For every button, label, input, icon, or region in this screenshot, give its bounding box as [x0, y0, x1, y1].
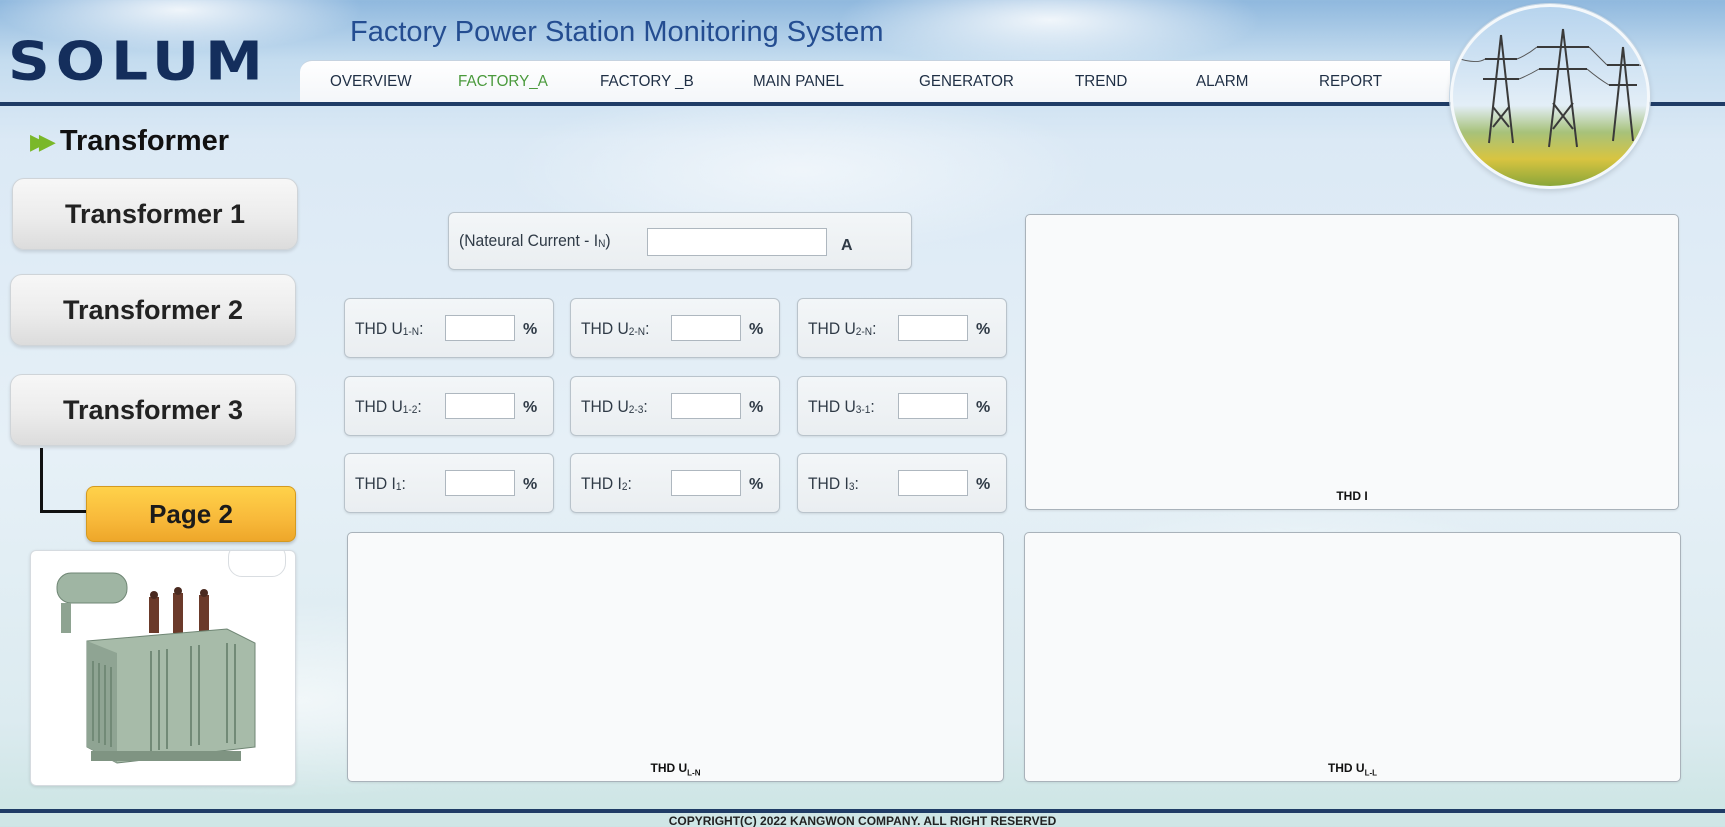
thd-u23-value: [671, 393, 741, 419]
solum-logo: SOLUM: [8, 30, 269, 93]
transformer-3-button[interactable]: Transformer 3: [10, 374, 296, 446]
neutral-current-label: (Nateural Current - IN): [459, 231, 611, 250]
tree-connector-horizontal: [40, 510, 88, 513]
thd-i1-label: THD I1:: [355, 474, 406, 493]
thd-u2n-unit: %: [749, 321, 764, 338]
neutral-current-panel: (Nateural Current - IN) A: [448, 212, 912, 270]
nav-item-report[interactable]: REPORT: [1319, 73, 1382, 91]
thd-i1-unit: %: [523, 476, 538, 493]
double-arrow-icon: ▶▶: [30, 128, 56, 154]
thd-u3n-value: [898, 315, 968, 341]
thd-u23-panel: THD U2-3: %: [570, 376, 780, 436]
nav-item-factory-b[interactable]: FACTORY _B: [600, 73, 694, 91]
footer-divider: [0, 809, 1725, 813]
thd-u31-label: THD U3-1:: [808, 397, 875, 416]
transformer-icon: [56, 572, 256, 764]
nav-item-trend[interactable]: TREND: [1075, 73, 1127, 91]
thd-u2n-label: THD U2-N:: [581, 319, 650, 338]
thd-i3-panel: THD I3: %: [797, 453, 1007, 513]
section-heading: ▶▶ Transformer: [30, 125, 229, 158]
thd-u2n-panel: THD U2-N: %: [570, 298, 780, 358]
thd-ull-chart: THD UL-L: [1024, 532, 1681, 782]
thd-u1n-value: [445, 315, 515, 341]
transformer-photo: [30, 550, 296, 786]
thd-i3-value: [898, 470, 968, 496]
thd-u12-unit: %: [523, 399, 538, 416]
thd-u31-value: [898, 393, 968, 419]
neutral-current-value: [647, 228, 827, 256]
thd-ull-chart-title: THD UL-L: [1327, 760, 1378, 777]
thd-i2-value: [671, 470, 741, 496]
thd-i2-unit: %: [749, 476, 764, 493]
thd-uln-chart: THD UL-N: [347, 532, 1004, 782]
thd-i3-unit: %: [976, 476, 991, 493]
thd-u2n-value: [671, 315, 741, 341]
thd-i2-panel: THD I2: %: [570, 453, 780, 513]
transformer-1-button[interactable]: Transformer 1: [12, 178, 298, 250]
thd-u31-unit: %: [976, 399, 991, 416]
power-tower-image: [1450, 4, 1650, 189]
nav-item-generator[interactable]: GENERATOR: [919, 73, 1014, 91]
main-navigation: OVERVIEW FACTORY_A FACTORY _B MAIN PANEL…: [300, 60, 1450, 104]
nav-item-alarm[interactable]: ALARM: [1196, 73, 1248, 91]
thd-i2-label: THD I2:: [581, 474, 632, 493]
thd-i1-value: [445, 470, 515, 496]
thd-u3n-label: THD U2-N:: [808, 319, 877, 338]
app-title: Factory Power Station Monitoring System: [350, 16, 884, 48]
nav-item-main-panel[interactable]: MAIN PANEL: [753, 73, 844, 91]
thd-i1-panel: THD I1: %: [344, 453, 554, 513]
neutral-current-unit: A: [841, 237, 853, 254]
photo-corner-tab: [228, 551, 286, 577]
thd-u3n-unit: %: [976, 321, 991, 338]
thd-i-chart-title: THD I: [1336, 488, 1368, 503]
thd-u23-label: THD U2-3:: [581, 397, 648, 416]
thd-u23-unit: %: [749, 399, 764, 416]
power-tower-icon: [1453, 28, 1647, 148]
thd-i-chart: THD I: [1025, 214, 1679, 510]
thd-u12-label: THD U1-2:: [355, 397, 422, 416]
thd-u12-panel: THD U1-2: %: [344, 376, 554, 436]
tree-connector-vertical: [40, 448, 43, 512]
nav-item-overview[interactable]: OVERVIEW: [330, 73, 412, 91]
thd-uln-chart-title: THD UL-N: [650, 760, 701, 777]
thd-i3-label: THD I3:: [808, 474, 859, 493]
page-2-button[interactable]: Page 2: [86, 486, 296, 542]
thd-u1n-panel: THD U1-N: %: [344, 298, 554, 358]
copyright-text: COPYRIGHT(C) 2022 KANGWON COMPANY. ALL R…: [668, 814, 1057, 827]
thd-u1n-label: THD U1-N:: [355, 319, 424, 338]
thd-u31-panel: THD U3-1: %: [797, 376, 1007, 436]
thd-u12-value: [445, 393, 515, 419]
thd-u1n-unit: %: [523, 321, 538, 338]
transformer-2-button[interactable]: Transformer 2: [10, 274, 296, 346]
nav-item-factory-a[interactable]: FACTORY_A: [458, 73, 548, 91]
thd-u3n-panel: THD U2-N: %: [797, 298, 1007, 358]
section-title: Transformer: [59, 125, 230, 157]
